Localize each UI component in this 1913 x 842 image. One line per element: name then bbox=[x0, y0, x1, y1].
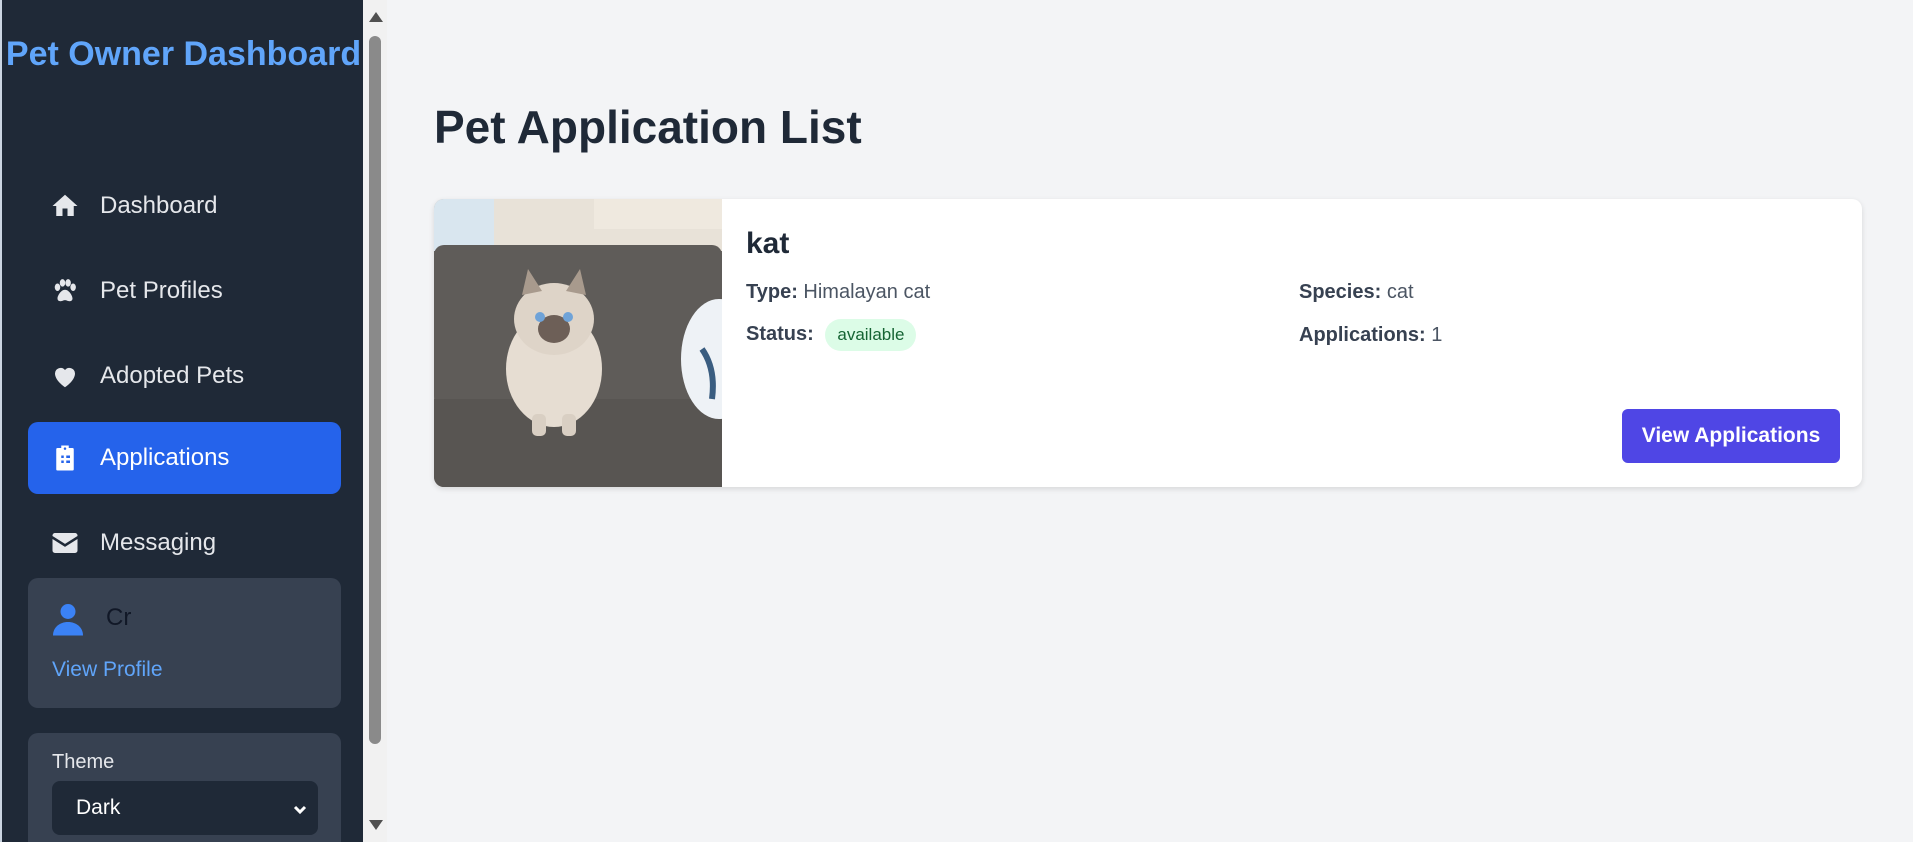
sidebar-scrollbar[interactable] bbox=[363, 0, 387, 842]
page-title: Pet Application List bbox=[434, 101, 862, 153]
pet-name: kat bbox=[746, 227, 790, 260]
theme-select[interactable]: Dark bbox=[52, 781, 318, 835]
chevron-down-icon bbox=[292, 799, 308, 815]
theme-selected-value: Dark bbox=[76, 796, 121, 819]
nav-label: Messaging bbox=[100, 529, 217, 556]
nav-label: Applications bbox=[100, 444, 230, 471]
pet-applications-label: Applications: bbox=[1299, 324, 1426, 346]
pet-type-label: Type: bbox=[746, 281, 798, 303]
main-content: Pet Application List kat Type: Himalayan… bbox=[387, 0, 1913, 842]
pet-status-field: Status: available bbox=[746, 319, 917, 351]
nav-item-dashboard[interactable]: Dashboard bbox=[28, 170, 341, 242]
sidebar: Pet Owner Dashboard Dashboard Pet Profil… bbox=[0, 0, 363, 842]
home-icon bbox=[50, 191, 80, 221]
envelope-icon bbox=[50, 528, 80, 558]
pet-species-field: Species: cat bbox=[1299, 281, 1414, 304]
user-profile-card: Cr View Profile bbox=[28, 578, 341, 708]
heart-icon bbox=[50, 361, 80, 391]
paw-icon bbox=[50, 276, 80, 306]
scroll-up-arrow-icon[interactable] bbox=[369, 12, 383, 22]
pet-photo bbox=[434, 199, 722, 487]
nav-label: Pet Profiles bbox=[100, 277, 223, 304]
nav-item-applications[interactable]: Applications bbox=[28, 422, 341, 494]
pet-card: kat Type: Himalayan cat Species: cat Sta… bbox=[434, 199, 1862, 487]
brand-title: Pet Owner Dashboard bbox=[5, 35, 362, 73]
pet-type-field: Type: Himalayan cat bbox=[746, 281, 930, 304]
pet-status-label: Status: bbox=[746, 323, 814, 345]
user-avatar-icon bbox=[50, 600, 86, 638]
pet-type-value: Himalayan cat bbox=[803, 281, 931, 303]
theme-card: Theme Dark bbox=[28, 733, 341, 842]
theme-label: Theme bbox=[52, 751, 115, 773]
pet-applications-field: Applications: 1 bbox=[1299, 324, 1442, 347]
user-name: Cr bbox=[106, 604, 132, 631]
nav-item-adopted-pets[interactable]: Adopted Pets bbox=[28, 340, 341, 412]
pet-species-label: Species: bbox=[1299, 281, 1382, 303]
pet-species-value: cat bbox=[1386, 281, 1414, 303]
status-badge: available bbox=[825, 319, 917, 351]
view-profile-link[interactable]: View Profile bbox=[52, 658, 163, 682]
nav-label: Dashboard bbox=[100, 192, 218, 219]
scrollbar-thumb[interactable] bbox=[369, 36, 381, 744]
nav-item-pet-profiles[interactable]: Pet Profiles bbox=[28, 255, 341, 327]
nav-item-messaging[interactable]: Messaging bbox=[28, 507, 341, 579]
view-applications-button[interactable]: View Applications bbox=[1622, 409, 1840, 463]
clipboard-list-icon bbox=[50, 443, 80, 473]
scroll-down-arrow-icon[interactable] bbox=[369, 820, 383, 830]
pet-applications-count: 1 bbox=[1431, 324, 1443, 346]
nav-label: Adopted Pets bbox=[100, 362, 245, 389]
